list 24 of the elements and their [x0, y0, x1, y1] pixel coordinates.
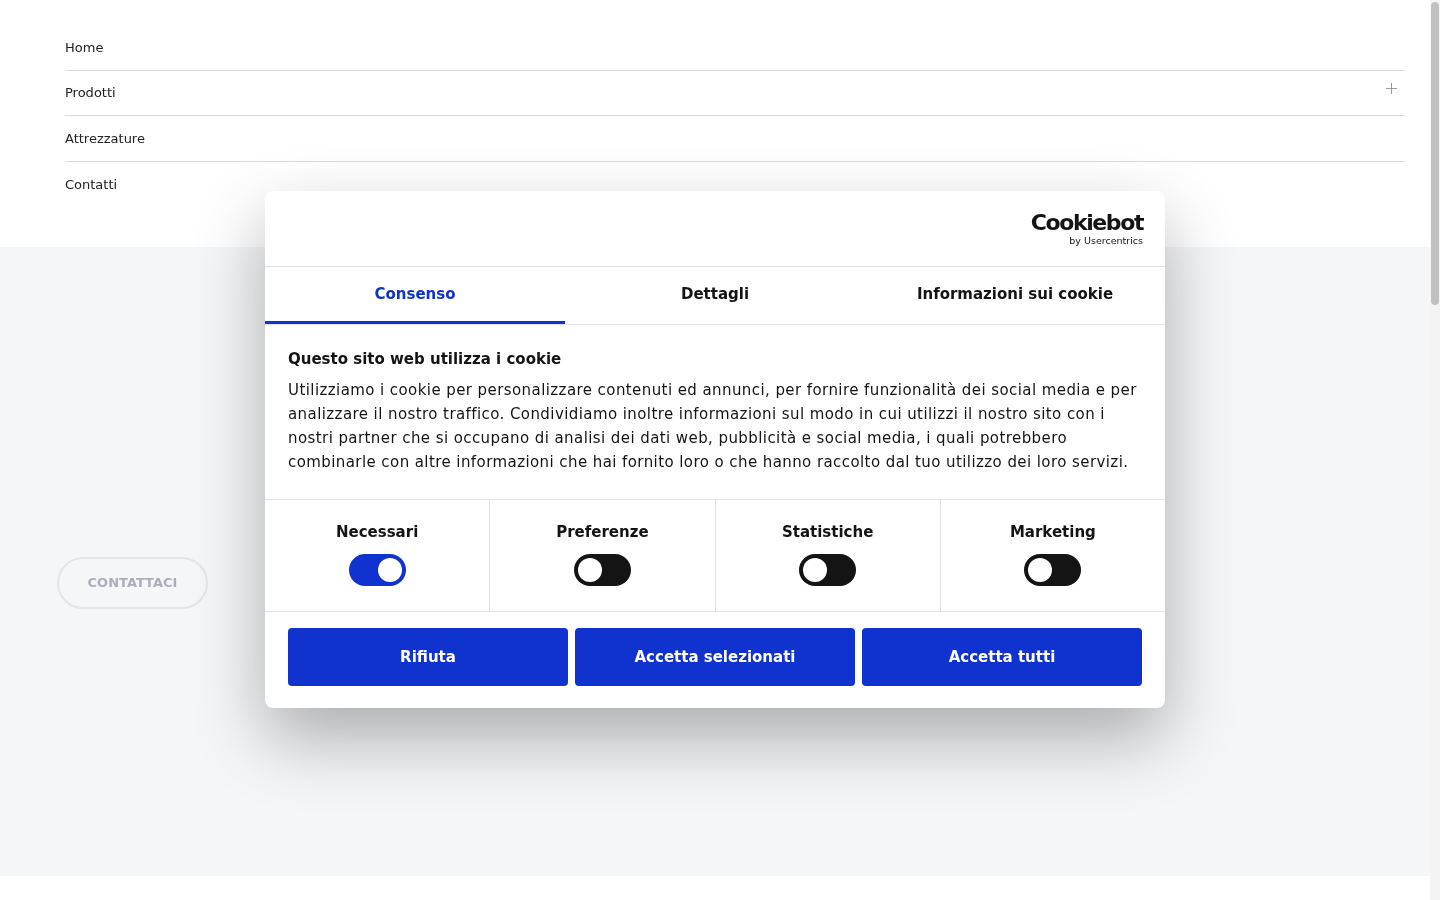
toggle-switch[interactable] — [799, 554, 857, 586]
dialog-title: Questo sito web utilizza i cookie — [288, 349, 563, 370]
consent-button[interactable]: Rifiuta — [288, 628, 568, 686]
dialog-tab[interactable]: Consenso — [265, 267, 565, 324]
category-label: Preferenze — [556, 522, 649, 542]
scrollbar-thumb[interactable] — [1431, 2, 1439, 305]
category-label: Marketing — [1009, 522, 1096, 542]
dialog-text: Utilizziamo i cookie per personalizzare contenuti ed annunci, per fornire funzionalità dei social media e per analizzare il nostro traffico. Condividiamo inoltre informazioni sul modo in cui utilizzi il nostro sito con i nostri partner che si occupano di analisi dei dati web, pubblicità e social media, i quali potrebbero combinarle con altre informazioni che hai fornito loro o che hanno raccolto dal tuo utilizzo dei loro servizi. — [288, 380, 1138, 473]
consent-button[interactable]: Accetta selezionati — [575, 628, 855, 686]
toggle-switch[interactable] — [573, 554, 631, 586]
consent-button[interactable]: Accetta tutti — [862, 628, 1142, 686]
nav-link[interactable]: Home — [65, 37, 104, 57]
nav-link[interactable]: Prodotti — [65, 83, 116, 103]
plus-icon[interactable] — [1386, 82, 1397, 94]
logo-wordmark: Cookiebot — [1030, 211, 1143, 234]
dialog-tab[interactable]: Informazioni sui cookie — [865, 267, 1165, 324]
category-label: Statistiche — [781, 522, 874, 542]
nav-link[interactable]: Attrezzature — [65, 128, 145, 148]
nav-link[interactable]: Contatti — [65, 174, 118, 194]
dialog-tab[interactable]: Dettagli — [565, 267, 865, 324]
toggle-switch[interactable] — [1024, 554, 1082, 586]
toggle-switch[interactable] — [348, 554, 406, 586]
logo-tagline: by Usercentrics — [1069, 234, 1143, 246]
category-label: Necessari — [335, 522, 419, 542]
